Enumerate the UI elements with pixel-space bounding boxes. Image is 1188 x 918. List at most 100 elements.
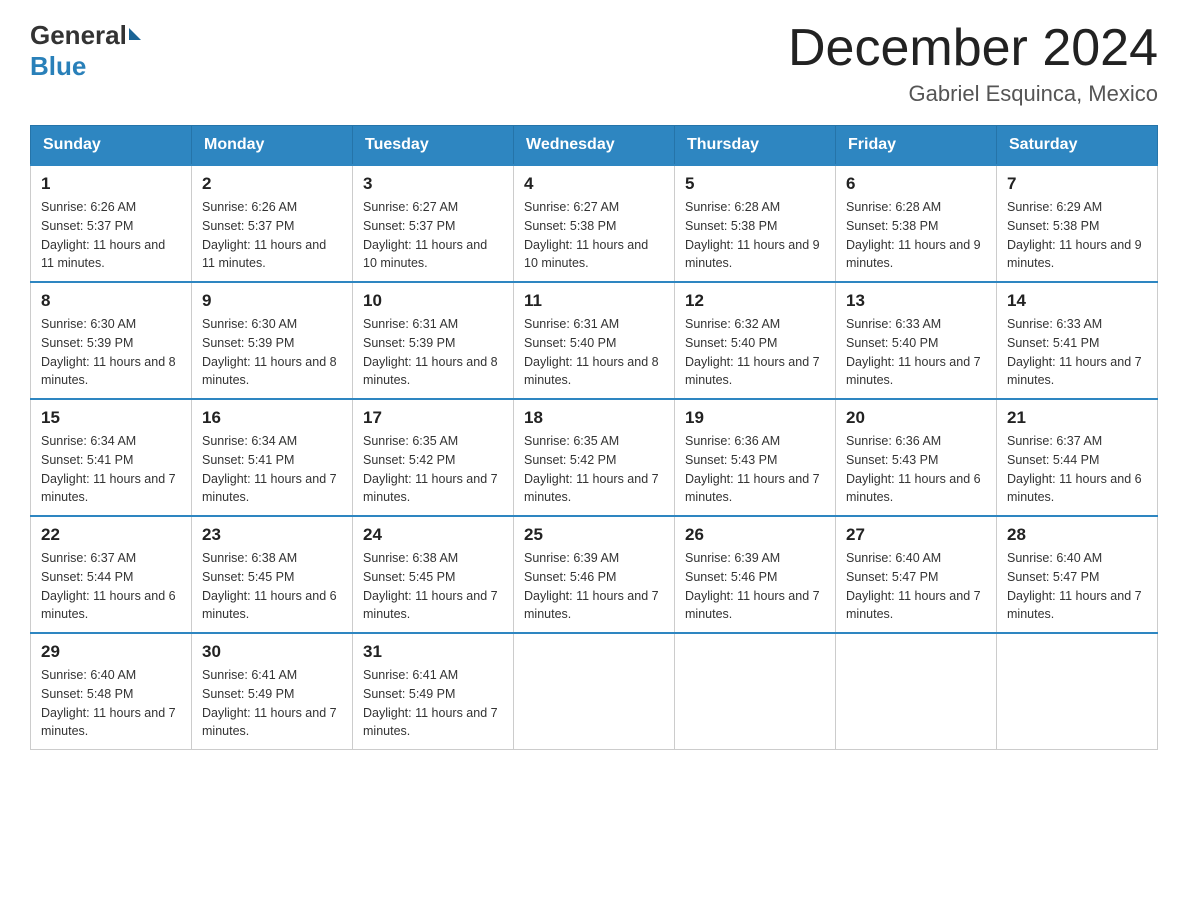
calendar-cell: 12 Sunrise: 6:32 AMSunset: 5:40 PMDayligh…: [675, 282, 836, 399]
day-info: Sunrise: 6:27 AMSunset: 5:37 PMDaylight:…: [363, 198, 503, 273]
day-number: 11: [524, 291, 664, 311]
calendar-cell: 6Sunrise: 6:28 AMSunset: 5:38 PMDaylight…: [836, 165, 997, 282]
calendar-cell: 15 Sunrise: 6:34 AMSunset: 5:41 PMDayligh…: [31, 399, 192, 516]
day-number: 16: [202, 408, 342, 428]
day-number: 24: [363, 525, 503, 545]
calendar-cell: 26Sunrise: 6:39 AMSunset: 5:46 PMDayligh…: [675, 516, 836, 633]
day-info: Sunrise: 6:30 AMSunset: 5:39 PMDaylight:…: [202, 315, 342, 390]
calendar-cell: 5 Sunrise: 6:28 AMSunset: 5:38 PMDaylight…: [675, 165, 836, 282]
day-number: 4: [524, 174, 664, 194]
day-info: Sunrise: 6:33 AMSunset: 5:41 PMDaylight:…: [1007, 315, 1147, 390]
calendar-cell: 19 Sunrise: 6:36 AMSunset: 5:43 PMDayligh…: [675, 399, 836, 516]
day-number: 31: [363, 642, 503, 662]
day-number: 1: [41, 174, 181, 194]
calendar-cell: 24 Sunrise: 6:38 AMSunset: 5:45 PMDayligh…: [353, 516, 514, 633]
day-info: Sunrise: 6:28 AMSunset: 5:38 PMDaylight:…: [685, 198, 825, 273]
day-number: 13: [846, 291, 986, 311]
day-info: Sunrise: 6:31 AMSunset: 5:39 PMDaylight:…: [363, 315, 503, 390]
day-number: 23: [202, 525, 342, 545]
week-row-5: 29 Sunrise: 6:40 AMSunset: 5:48 PMDayligh…: [31, 633, 1158, 750]
day-number: 18: [524, 408, 664, 428]
day-number: 26: [685, 525, 825, 545]
logo-general-text: General: [30, 20, 127, 51]
day-info: Sunrise: 6:37 AMSunset: 5:44 PMDaylight:…: [41, 549, 181, 624]
calendar-cell: 31Sunrise: 6:41 AMSunset: 5:49 PMDayligh…: [353, 633, 514, 750]
calendar-cell: 9 Sunrise: 6:30 AMSunset: 5:39 PMDaylight…: [192, 282, 353, 399]
day-number: 17: [363, 408, 503, 428]
weekday-header-wednesday: Wednesday: [514, 126, 675, 166]
calendar-cell: 20 Sunrise: 6:36 AMSunset: 5:43 PMDayligh…: [836, 399, 997, 516]
day-info: Sunrise: 6:35 AMSunset: 5:42 PMDaylight:…: [524, 432, 664, 507]
day-number: 12: [685, 291, 825, 311]
calendar-cell: 21 Sunrise: 6:37 AMSunset: 5:44 PMDayligh…: [997, 399, 1158, 516]
weekday-header-row: SundayMondayTuesdayWednesdayThursdayFrid…: [31, 126, 1158, 166]
calendar-cell: 3Sunrise: 6:27 AMSunset: 5:37 PMDaylight…: [353, 165, 514, 282]
day-info: Sunrise: 6:35 AMSunset: 5:42 PMDaylight:…: [363, 432, 503, 507]
weekday-header-monday: Monday: [192, 126, 353, 166]
calendar-cell: 1 Sunrise: 6:26 AMSunset: 5:37 PMDaylight…: [31, 165, 192, 282]
calendar-cell: 18 Sunrise: 6:35 AMSunset: 5:42 PMDayligh…: [514, 399, 675, 516]
day-number: 14: [1007, 291, 1147, 311]
day-info: Sunrise: 6:32 AMSunset: 5:40 PMDaylight:…: [685, 315, 825, 390]
week-row-4: 22 Sunrise: 6:37 AMSunset: 5:44 PMDayligh…: [31, 516, 1158, 633]
calendar-cell: 10 Sunrise: 6:31 AMSunset: 5:39 PMDayligh…: [353, 282, 514, 399]
week-row-1: 1 Sunrise: 6:26 AMSunset: 5:37 PMDaylight…: [31, 165, 1158, 282]
week-row-2: 8 Sunrise: 6:30 AMSunset: 5:39 PMDaylight…: [31, 282, 1158, 399]
calendar-cell: [675, 633, 836, 750]
day-number: 2: [202, 174, 342, 194]
day-number: 22: [41, 525, 181, 545]
title-section: December 2024 Gabriel Esquinca, Mexico: [788, 20, 1158, 107]
logo-arrow-icon: [129, 28, 141, 40]
day-info: Sunrise: 6:40 AMSunset: 5:47 PMDaylight:…: [846, 549, 986, 624]
day-info: Sunrise: 6:38 AMSunset: 5:45 PMDaylight:…: [363, 549, 503, 624]
day-info: Sunrise: 6:31 AMSunset: 5:40 PMDaylight:…: [524, 315, 664, 390]
day-number: 10: [363, 291, 503, 311]
logo-blue-text: Blue: [30, 51, 86, 82]
calendar-cell: 4 Sunrise: 6:27 AMSunset: 5:38 PMDaylight…: [514, 165, 675, 282]
day-number: 5: [685, 174, 825, 194]
day-info: Sunrise: 6:34 AMSunset: 5:41 PMDaylight:…: [41, 432, 181, 507]
day-number: 21: [1007, 408, 1147, 428]
day-info: Sunrise: 6:41 AMSunset: 5:49 PMDaylight:…: [202, 666, 342, 741]
day-info: Sunrise: 6:30 AMSunset: 5:39 PMDaylight:…: [41, 315, 181, 390]
day-number: 8: [41, 291, 181, 311]
day-info: Sunrise: 6:28 AMSunset: 5:38 PMDaylight:…: [846, 198, 986, 273]
day-info: Sunrise: 6:27 AMSunset: 5:38 PMDaylight:…: [524, 198, 664, 273]
day-number: 9: [202, 291, 342, 311]
day-info: Sunrise: 6:37 AMSunset: 5:44 PMDaylight:…: [1007, 432, 1147, 507]
week-row-3: 15 Sunrise: 6:34 AMSunset: 5:41 PMDayligh…: [31, 399, 1158, 516]
day-info: Sunrise: 6:26 AMSunset: 5:37 PMDaylight:…: [41, 198, 181, 273]
day-number: 25: [524, 525, 664, 545]
weekday-header-friday: Friday: [836, 126, 997, 166]
day-info: Sunrise: 6:33 AMSunset: 5:40 PMDaylight:…: [846, 315, 986, 390]
location-title: Gabriel Esquinca, Mexico: [788, 81, 1158, 107]
weekday-header-saturday: Saturday: [997, 126, 1158, 166]
calendar-table: SundayMondayTuesdayWednesdayThursdayFrid…: [30, 125, 1158, 750]
day-info: Sunrise: 6:40 AMSunset: 5:48 PMDaylight:…: [41, 666, 181, 741]
day-info: Sunrise: 6:36 AMSunset: 5:43 PMDaylight:…: [846, 432, 986, 507]
calendar-cell: 28Sunrise: 6:40 AMSunset: 5:47 PMDayligh…: [997, 516, 1158, 633]
day-number: 19: [685, 408, 825, 428]
day-number: 30: [202, 642, 342, 662]
calendar-cell: 16Sunrise: 6:34 AMSunset: 5:41 PMDayligh…: [192, 399, 353, 516]
calendar-cell: 13 Sunrise: 6:33 AMSunset: 5:40 PMDayligh…: [836, 282, 997, 399]
day-info: Sunrise: 6:36 AMSunset: 5:43 PMDaylight:…: [685, 432, 825, 507]
calendar-cell: [836, 633, 997, 750]
calendar-cell: 30 Sunrise: 6:41 AMSunset: 5:49 PMDayligh…: [192, 633, 353, 750]
page-header: General Blue December 2024 Gabriel Esqui…: [30, 20, 1158, 107]
logo-blue-part: [127, 32, 141, 40]
calendar-cell: 11 Sunrise: 6:31 AMSunset: 5:40 PMDayligh…: [514, 282, 675, 399]
day-number: 15: [41, 408, 181, 428]
weekday-header-sunday: Sunday: [31, 126, 192, 166]
calendar-cell: 7Sunrise: 6:29 AMSunset: 5:38 PMDaylight…: [997, 165, 1158, 282]
day-number: 29: [41, 642, 181, 662]
weekday-header-thursday: Thursday: [675, 126, 836, 166]
weekday-header-tuesday: Tuesday: [353, 126, 514, 166]
day-info: Sunrise: 6:40 AMSunset: 5:47 PMDaylight:…: [1007, 549, 1147, 624]
calendar-cell: 27Sunrise: 6:40 AMSunset: 5:47 PMDayligh…: [836, 516, 997, 633]
day-info: Sunrise: 6:39 AMSunset: 5:46 PMDaylight:…: [524, 549, 664, 624]
calendar-cell: [514, 633, 675, 750]
day-number: 20: [846, 408, 986, 428]
calendar-cell: 29 Sunrise: 6:40 AMSunset: 5:48 PMDayligh…: [31, 633, 192, 750]
calendar-cell: 17 Sunrise: 6:35 AMSunset: 5:42 PMDayligh…: [353, 399, 514, 516]
